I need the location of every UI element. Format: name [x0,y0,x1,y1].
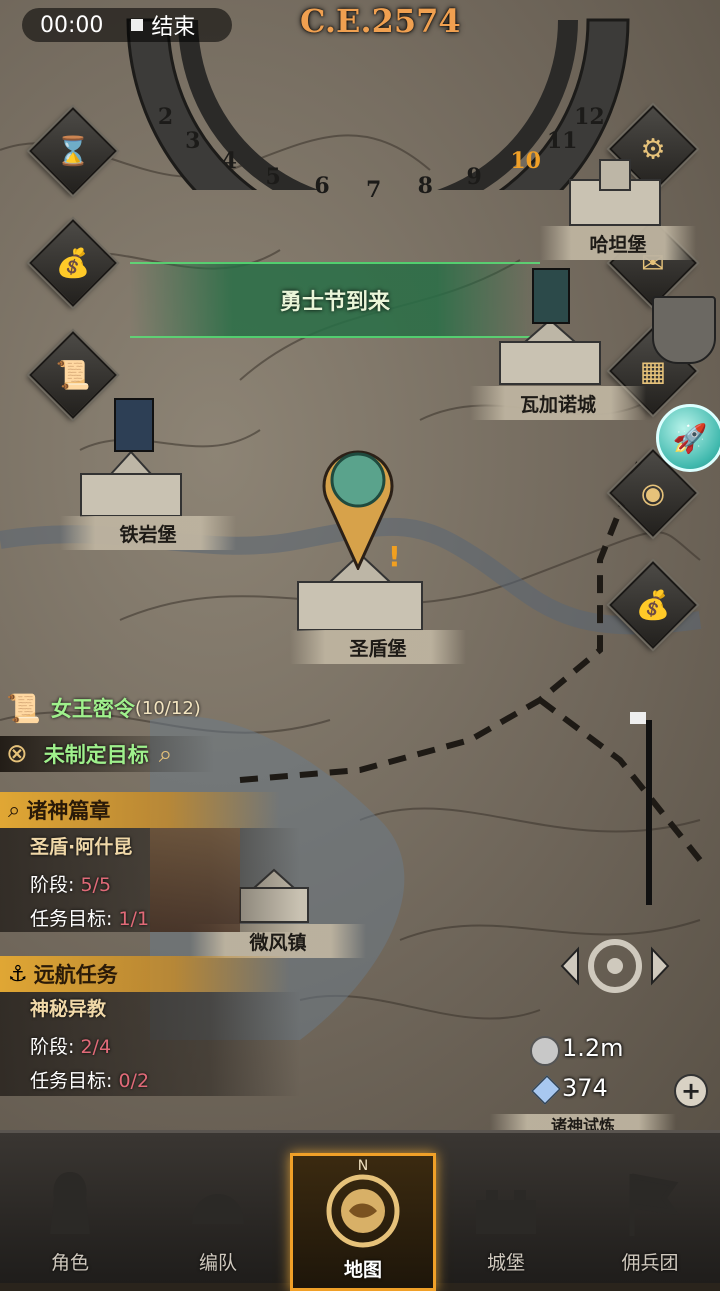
nav-castle[interactable]: 城堡 [436,1145,576,1281]
no-target-label: 未制定目标 [43,743,149,767]
voyage-header[interactable]: ⚓ 远航任务 [0,956,290,992]
hero-location-marker[interactable] [322,440,394,570]
silver-coin-icon [530,1036,560,1066]
shield-icon[interactable] [652,296,716,364]
calendar-number: 2 [157,103,174,130]
silver-amount: 1.2m [562,1034,624,1062]
nav-mercenary[interactable]: 佣兵团 [580,1145,720,1281]
castle-icon [476,1190,536,1234]
castle-hatan[interactable] [560,150,670,230]
knight-icon [50,1172,90,1234]
location-label[interactable]: 瓦加诺城 [470,386,646,420]
voyage-card[interactable]: 神秘异教 阶段: 2/4 任务目标: 0/2 [0,992,300,1096]
magnifier-icon: ⌕ [8,797,21,823]
goal-line: 任务目标: 1/1 [30,908,150,930]
era-year: C.E.2574 [300,2,461,40]
calendar-number: 7 [366,176,382,203]
event-banner[interactable]: 勇士节到来 [130,262,540,338]
world-map[interactable]: C.E.2574 2 3 4 5 6 7 8 9 10 11 12 ⌛ 💰 📜 ⚙ ✉ ▦ ◉ 💰 … [0,0,720,1130]
treasure-bag-icon: 💰 [635,588,671,622]
goal-line: 任务目标: 0/2 [30,1070,150,1092]
faction-flag [532,268,570,324]
queen-order-row[interactable]: 📜 女王密令 (10/12) [0,690,201,726]
scroll-icon: 📜 [55,358,91,392]
stop-recording-button[interactable]: 结束 [131,9,195,41]
crystal-amount: 374 [562,1074,608,1102]
stage-line: 阶段: 5/5 [30,874,112,896]
clock-time: 00:00 [40,12,104,38]
city-gate-icon: ▦ [639,354,667,388]
bottom-navigation: 角色 编队 N 地图 城堡 佣兵团 [0,1130,720,1291]
calendar-number: 3 [185,128,201,155]
rocket-button[interactable]: 🚀 [656,404,720,472]
zoom-slider[interactable] [646,720,652,905]
location-label[interactable]: 圣盾堡 [290,630,466,664]
location-label[interactable]: 哈坦堡 [540,226,696,260]
hero-portrait [150,828,240,932]
location-label[interactable]: 铁岩堡 [60,516,236,550]
faction-flag [114,398,154,452]
add-crystal-button[interactable]: + [674,1074,708,1108]
recording-status-bar: 00:00 结束 [22,8,232,42]
alert-icon: ! [388,540,401,573]
calendar-number: 5 [265,163,281,190]
calendar-number: 8 [417,173,433,200]
stop-icon [131,19,144,31]
flag-icon [630,712,646,724]
locate-button[interactable] [560,935,670,997]
scroll-icon: 📜 [6,691,41,725]
castle-tieyan[interactable] [76,442,186,518]
search-icon[interactable]: ⌕ [159,740,172,768]
north-indicator: N [357,1158,369,1174]
map-compass-icon [326,1174,400,1248]
gods-chapter-title: 诸神篇章 [26,799,111,823]
queen-order-label: 女王密令 [50,697,135,721]
gods-chapter-card[interactable]: 圣盾·阿什昆 阶段: 5/5 任务目标: 1/1 [0,828,300,932]
rocket-icon: 🚀 [672,421,708,455]
coin-icon: ◉ [640,476,666,510]
calendar-number: 4 [221,148,237,175]
nav-team[interactable]: 编队 [148,1145,288,1281]
stage-line: 阶段: 2/4 [30,1036,112,1058]
calendar-number: 9 [466,163,482,190]
money-bag-icon: 💰 [55,246,91,280]
queen-order-progress: (10/12) [134,697,201,719]
ship-icon: ⚓ [8,961,28,987]
calendar-number: 6 [314,173,330,200]
target-icon: ⊗ [6,739,28,769]
nav-character[interactable]: 角色 [0,1145,140,1281]
mercenary-banner-icon [629,1173,680,1236]
nav-map[interactable]: N 地图 [290,1153,436,1291]
quest-name: 圣盾·阿什昆 [30,836,133,858]
hourglass-icon: ⌛ [55,134,91,168]
calendar-number: 10 [510,148,541,175]
helmet-icon [192,1194,244,1224]
quest-name: 神秘异教 [30,998,107,1020]
gods-chapter-header[interactable]: ⌕ 诸神篇章 [0,792,280,828]
location-label[interactable]: 诸神试炼 [490,1114,676,1130]
no-target-row[interactable]: ⊗ 未制定目标 ⌕ [0,736,214,772]
calendar-number: 12 [574,103,605,130]
voyage-title: 远航任务 [33,963,118,987]
